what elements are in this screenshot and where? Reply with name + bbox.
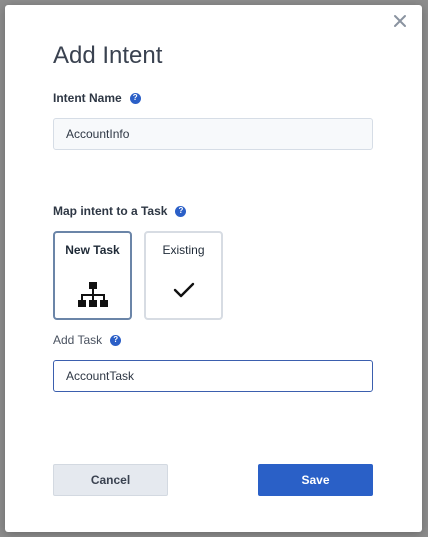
add-task-label: Add Task ?	[53, 333, 122, 347]
help-icon[interactable]: ?	[129, 92, 141, 104]
add-intent-dialog: Add Intent Intent Name ? Map intent to a…	[5, 5, 422, 532]
checkmark-icon	[173, 282, 194, 298]
hierarchy-icon	[77, 282, 108, 307]
add-task-input[interactable]	[53, 360, 373, 392]
dialog-title: Add Intent	[53, 42, 163, 69]
save-button[interactable]: Save	[258, 464, 373, 496]
intent-name-input[interactable]	[53, 118, 373, 150]
add-task-label-text: Add Task	[53, 333, 103, 347]
intent-name-label-text: Intent Name	[53, 91, 122, 105]
new-task-label: New Task	[65, 243, 120, 257]
new-task-option[interactable]: New Task	[53, 231, 132, 320]
existing-task-label: Existing	[162, 243, 205, 257]
help-icon[interactable]: ?	[110, 334, 122, 346]
help-icon[interactable]: ?	[175, 205, 187, 217]
existing-task-option[interactable]: Existing	[144, 231, 223, 320]
intent-name-label: Intent Name ?	[53, 91, 141, 105]
cancel-button[interactable]: Cancel	[53, 464, 168, 496]
close-icon[interactable]	[392, 13, 408, 29]
map-task-label: Map intent to a Task ?	[53, 204, 187, 218]
map-task-label-text: Map intent to a Task	[53, 204, 168, 218]
